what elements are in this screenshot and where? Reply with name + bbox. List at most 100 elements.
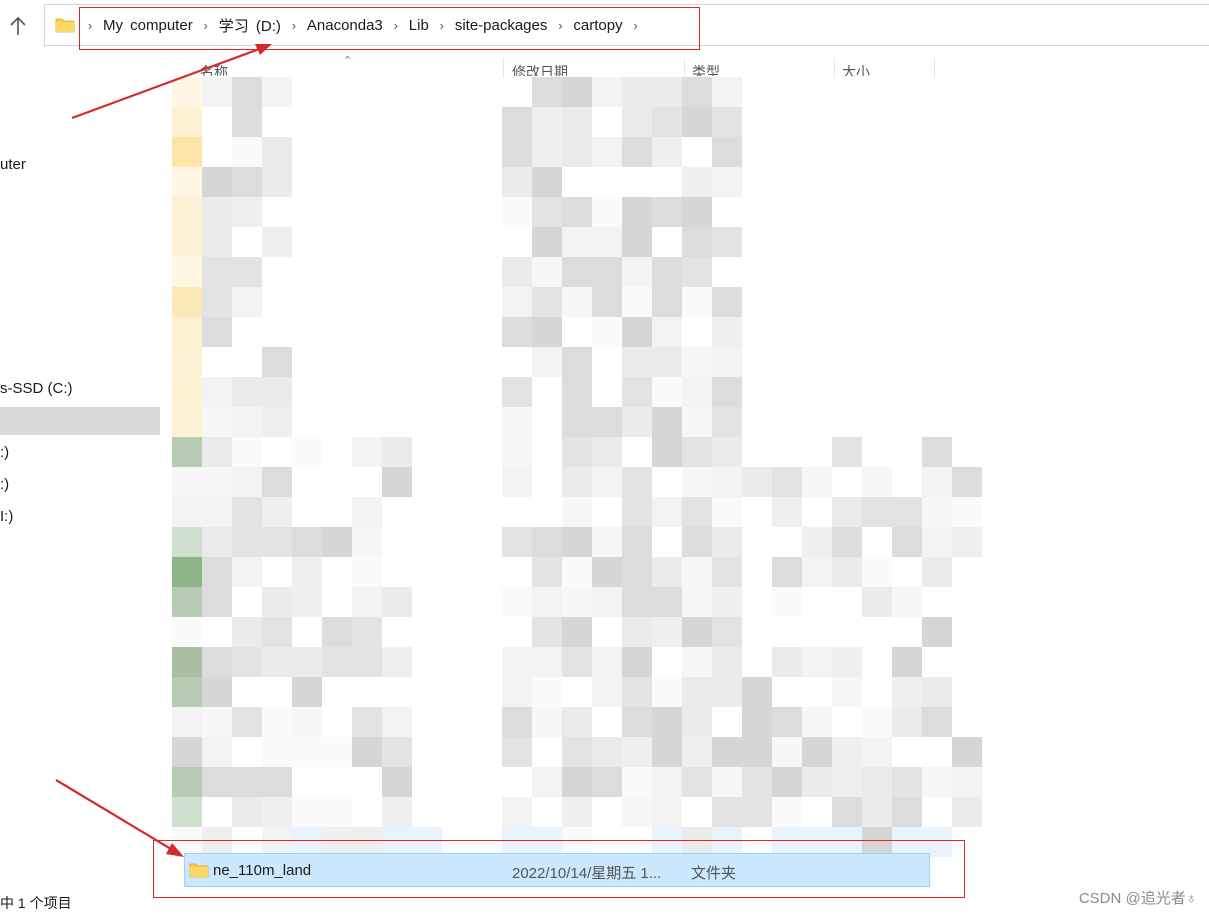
breadcrumb-cartopy[interactable]: cartopy — [569, 17, 626, 34]
mosaic-cell — [832, 737, 862, 767]
chevron-right-icon[interactable]: › — [197, 18, 215, 33]
sort-ascending-icon: ⌃ — [343, 55, 353, 67]
mosaic-cell — [862, 557, 892, 587]
mosaic-cell — [172, 677, 202, 707]
mosaic-cell — [622, 107, 652, 137]
mosaic-cell — [262, 167, 292, 197]
mosaic-cell — [292, 587, 322, 617]
mosaic-cell — [172, 107, 202, 137]
mosaic-cell — [202, 77, 232, 107]
mosaic-cell — [502, 407, 532, 437]
mosaic-cell — [202, 497, 232, 527]
file-name: ne_110m_land — [213, 862, 312, 879]
mosaic-cell — [682, 587, 712, 617]
column-divider[interactable] — [503, 58, 504, 78]
mosaic-cell — [832, 767, 862, 797]
column-header-date[interactable]: 修改日期 — [512, 62, 582, 76]
chevron-right-icon[interactable]: › — [387, 18, 405, 33]
mosaic-cell — [592, 317, 622, 347]
nav-item-drive-1[interactable]: :) — [0, 444, 9, 461]
up-button[interactable] — [4, 12, 32, 40]
mosaic-cell — [232, 797, 262, 827]
mosaic-cell — [172, 527, 202, 557]
chevron-right-icon[interactable]: › — [627, 18, 645, 33]
mosaic-cell — [292, 737, 322, 767]
mosaic-cell — [502, 197, 532, 227]
mosaic-cell — [172, 767, 202, 797]
mosaic-cell — [892, 497, 922, 527]
mosaic-cell — [262, 767, 292, 797]
mosaic-cell — [562, 497, 592, 527]
mosaic-cell — [682, 197, 712, 227]
mosaic-cell — [682, 107, 712, 137]
mosaic-cell — [712, 407, 742, 437]
mosaic-cell — [712, 347, 742, 377]
mosaic-cell — [712, 797, 742, 827]
mosaic-cell — [262, 527, 292, 557]
breadcrumb-my-computer[interactable]: My computer — [99, 17, 197, 34]
list-item-selected-folder[interactable]: ne_110m_land 2022/10/14/星期五 1... 文件夹 — [184, 853, 930, 887]
mosaic-cell — [502, 287, 532, 317]
column-divider[interactable] — [934, 58, 935, 78]
mosaic-cell — [172, 797, 202, 827]
column-header-size[interactable]: 大小 — [842, 62, 882, 76]
mosaic-cell — [772, 797, 802, 827]
mosaic-cell — [682, 167, 712, 197]
mosaic-cell — [232, 467, 262, 497]
mosaic-cell — [352, 617, 382, 647]
mosaic-cell — [652, 497, 682, 527]
mosaic-cell — [562, 467, 592, 497]
mosaic-cell — [832, 527, 862, 557]
mosaic-cell — [232, 107, 262, 137]
mosaic-cell — [922, 467, 952, 497]
mosaic-cell — [292, 797, 322, 827]
mosaic-cell — [892, 647, 922, 677]
mosaic-cell — [562, 107, 592, 137]
mosaic-cell — [622, 227, 652, 257]
nav-item-computer[interactable]: uter — [0, 156, 26, 173]
column-header-type[interactable]: 类型 — [692, 62, 732, 76]
mosaic-cell — [502, 377, 532, 407]
breadcrumb: › My computer › 学习 (D:) › Anaconda3 › Li… — [81, 5, 645, 45]
mosaic-cell — [592, 197, 622, 227]
mosaic-cell — [832, 797, 862, 827]
mosaic-cell — [202, 257, 232, 287]
address-bar[interactable]: › My computer › 学习 (D:) › Anaconda3 › Li… — [44, 4, 1209, 46]
nav-item-drive-3[interactable]: I:) — [0, 508, 13, 525]
breadcrumb-lib[interactable]: Lib — [405, 17, 433, 34]
mosaic-cell — [292, 557, 322, 587]
mosaic-cell — [652, 407, 682, 437]
mosaic-cell — [892, 587, 922, 617]
mosaic-cell — [202, 407, 232, 437]
column-header-name[interactable]: 名称 — [200, 62, 260, 76]
mosaic-cell — [682, 227, 712, 257]
nav-item-drive-c[interactable]: s-SSD (C:) — [0, 380, 73, 397]
breadcrumb-site-packages[interactable]: site-packages — [451, 17, 552, 34]
column-divider[interactable] — [684, 58, 685, 78]
mosaic-cell — [202, 167, 232, 197]
breadcrumb-drive-d[interactable]: 学习 (D:) — [215, 15, 285, 36]
mosaic-cell — [172, 287, 202, 317]
mosaic-cell — [772, 497, 802, 527]
nav-item-drive-2[interactable]: :) — [0, 476, 9, 493]
column-divider[interactable] — [834, 58, 835, 78]
chevron-right-icon[interactable]: › — [551, 18, 569, 33]
mosaic-cell — [622, 617, 652, 647]
chevron-right-icon[interactable]: › — [433, 18, 451, 33]
chevron-right-icon[interactable]: › — [81, 18, 99, 33]
mosaic-cell — [742, 737, 772, 767]
mosaic-cell — [832, 677, 862, 707]
nav-item-selected-highlight[interactable] — [0, 407, 160, 435]
breadcrumb-anaconda3[interactable]: Anaconda3 — [303, 17, 387, 34]
mosaic-cell — [532, 557, 562, 587]
mosaic-cell — [592, 287, 622, 317]
mosaic-cell — [622, 527, 652, 557]
mosaic-cell — [352, 527, 382, 557]
mosaic-cell — [532, 107, 562, 137]
mosaic-cell — [922, 677, 952, 707]
mosaic-cell — [712, 467, 742, 497]
chevron-right-icon[interactable]: › — [285, 18, 303, 33]
mosaic-cell — [322, 647, 352, 677]
mosaic-cell — [682, 737, 712, 767]
mosaic-cell — [532, 587, 562, 617]
